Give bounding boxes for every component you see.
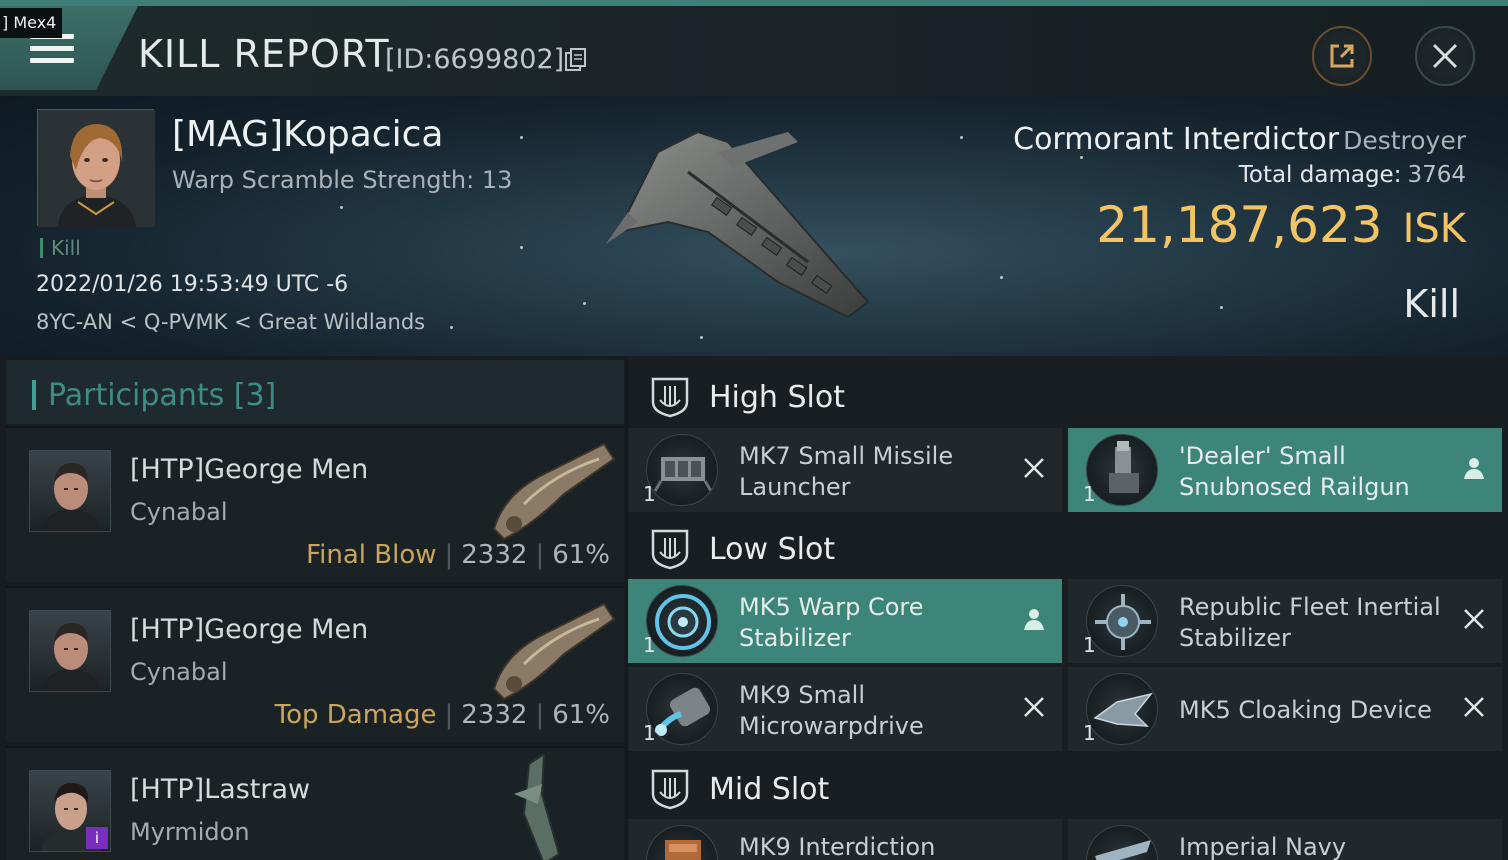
fitting-item[interactable]: 1 MK5 Warp Core Stabilizer xyxy=(628,579,1062,663)
warp-core-stabilizer-icon xyxy=(646,585,718,657)
fitting-item[interactable]: 1 MK7 Small Missile Launcher xyxy=(628,428,1062,512)
item-quantity: 1 xyxy=(1083,482,1096,506)
warp-scramble-strength: Warp Scramble Strength: 13 xyxy=(172,166,513,194)
kill-report-header: KILL REPORT [ID:6699802] ] Mex4 xyxy=(0,0,1508,96)
kill-tag: Kill xyxy=(40,238,81,258)
total-damage: Total damage: 3764 xyxy=(1238,162,1466,188)
close-icon xyxy=(1024,458,1044,478)
fitting-item[interactable]: Imperial Navy xyxy=(1068,819,1502,860)
victim-portrait[interactable] xyxy=(37,109,155,227)
participant-percent: 61% xyxy=(552,540,610,570)
mid-slot-header: Mid Slot xyxy=(628,752,1508,824)
participant-portrait[interactable] xyxy=(29,450,111,532)
cloaking-device-icon xyxy=(1086,673,1158,745)
item-name: MK5 Cloaking Device xyxy=(1179,696,1432,724)
high-slot-title: High Slot xyxy=(709,380,845,415)
close-icon xyxy=(1024,697,1044,717)
participant-ship-image[interactable] xyxy=(484,594,624,704)
item-name: MK7 Small Missile Launcher xyxy=(739,442,954,501)
item-name: MK9 Small Microwarpdrive xyxy=(739,681,924,740)
low-slot-header: Low Slot xyxy=(628,512,1508,584)
window-label: ] Mex4 xyxy=(0,8,63,38)
participant-ship[interactable]: Cynabal xyxy=(130,498,228,526)
item-name: Republic Fleet Inertial Stabilizer xyxy=(1179,593,1441,652)
participant-ship[interactable]: Myrmidon xyxy=(130,818,250,846)
participant-ship[interactable]: Cynabal xyxy=(130,658,228,686)
participant-ship-image[interactable] xyxy=(484,434,624,544)
total-damage-value: 3764 xyxy=(1407,162,1466,188)
item-quantity: 1 xyxy=(643,721,656,745)
mid-slot-title: Mid Slot xyxy=(709,772,830,807)
isk-value: 21,187,623 ISK xyxy=(1096,196,1466,254)
microwarpdrive-icon xyxy=(646,673,718,745)
item-quantity: 1 xyxy=(1083,633,1096,657)
slot-shield-icon xyxy=(651,529,689,570)
hamburger-menu-icon[interactable] xyxy=(30,34,74,68)
victim-banner: [MAG]Kopacica Warp Scramble Strength: 13… xyxy=(0,96,1508,356)
kill-timestamp: 2022/01/26 19:53:49 UTC -6 xyxy=(36,272,349,297)
railgun-icon xyxy=(1086,434,1158,506)
participant-stats: Final Blow | 2332 | 61% xyxy=(306,540,610,570)
victim-ship-class: Destroyer xyxy=(1343,126,1466,155)
participant-ship-image[interactable] xyxy=(484,754,624,860)
copy-icon[interactable] xyxy=(565,48,587,72)
imperial-navy-module-icon xyxy=(1086,825,1158,860)
participant-percent: 61% xyxy=(552,700,610,730)
kill-location[interactable]: 8YC-AN < Q-PVMK < Great Wildlands xyxy=(36,310,425,334)
info-badge-icon[interactable]: i xyxy=(86,827,108,849)
fitting-item[interactable]: 1 MK5 Cloaking Device xyxy=(1068,667,1502,751)
item-quantity: 1 xyxy=(643,633,656,657)
high-slot-header: High Slot xyxy=(628,360,1508,432)
participants-accent-bar xyxy=(32,380,36,410)
participant-tag: Final Blow xyxy=(306,540,437,570)
participant-name[interactable]: [HTP]Lastraw xyxy=(130,774,310,805)
low-slot-title: Low Slot xyxy=(709,532,836,567)
slot-shield-icon xyxy=(651,769,689,810)
close-icon xyxy=(1464,697,1484,717)
participant-damage: 2332 xyxy=(461,700,528,730)
participant-row[interactable]: [HTP]George Men Cynabal Top Damage | 2332 |… xyxy=(6,586,624,742)
close-icon xyxy=(1432,43,1458,69)
person-icon xyxy=(1024,609,1044,630)
participant-damage: 2332 xyxy=(461,540,528,570)
person-icon xyxy=(1464,458,1484,479)
participant-portrait[interactable]: i xyxy=(29,770,111,852)
participant-name[interactable]: [HTP]George Men xyxy=(130,454,368,485)
item-name: 'Dealer' Small Snubnosed Railgun xyxy=(1179,442,1410,501)
item-quantity: 1 xyxy=(1083,721,1096,745)
item-quantity: 1 xyxy=(643,482,656,506)
participant-stats: Top Damage | 2332 | 61% xyxy=(274,700,610,730)
victim-name[interactable]: [MAG]Kopacica xyxy=(172,114,443,155)
participant-portrait[interactable] xyxy=(29,610,111,692)
share-external-icon xyxy=(1330,44,1354,68)
kill-id: [ID:6699802] xyxy=(385,44,565,75)
item-name: MK9 Interdiction xyxy=(739,833,936,860)
missile-launcher-icon xyxy=(646,434,718,506)
participants-header[interactable]: Participants [3] xyxy=(6,360,624,424)
fitting-item[interactable]: 1 MK9 Small Microwarpdrive xyxy=(628,667,1062,751)
fitting-item[interactable]: 1 Republic Fleet Inertial Stabilizer xyxy=(1068,579,1502,663)
inertial-stabilizer-icon xyxy=(1086,585,1158,657)
page-title: KILL REPORT xyxy=(138,32,390,76)
participants-title: Participants [3] xyxy=(48,378,277,413)
fittings-panel: High Slot 1 MK7 Small Missile Launcher 1… xyxy=(628,356,1508,860)
slot-shield-icon xyxy=(651,377,689,418)
item-name: Imperial Navy xyxy=(1179,833,1347,860)
isk-unit: ISK xyxy=(1402,206,1466,252)
participant-name[interactable]: [HTP]George Men xyxy=(130,614,368,645)
fitting-item[interactable]: MK9 Interdiction xyxy=(628,819,1062,860)
fitting-item[interactable]: 1 'Dealer' Small Snubnosed Railgun xyxy=(1068,428,1502,512)
participant-row[interactable]: [HTP]George Men Cynabal Final Blow | 2332 |… xyxy=(6,426,624,582)
victim-ship-image[interactable] xyxy=(598,112,898,332)
kill-result: Kill xyxy=(1403,282,1460,326)
item-name: MK5 Warp Core Stabilizer xyxy=(739,593,924,652)
participant-tag: Top Damage xyxy=(274,700,437,730)
close-icon xyxy=(1464,609,1484,629)
victim-ship-name[interactable]: Cormorant Interdictor Destroyer xyxy=(1013,122,1466,157)
participants-panel: Participants [3] [HTP]George Men Cynabal… xyxy=(0,356,625,860)
share-button[interactable] xyxy=(1312,26,1372,86)
close-button[interactable] xyxy=(1415,26,1475,86)
interdiction-icon xyxy=(646,825,718,860)
participant-row[interactable]: i [HTP]Lastraw Myrmidon xyxy=(6,746,624,860)
